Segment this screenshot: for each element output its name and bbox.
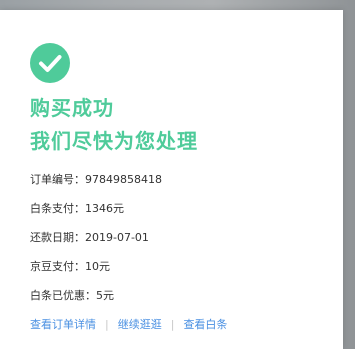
baitiao-payment-row: 白条支付：1346元: [30, 201, 124, 217]
baitiao-discount-row: 白条已优惠：5元: [30, 288, 114, 304]
jingdou-payment-value: 10元: [85, 260, 110, 273]
repayment-date-row: 还款日期：2019-07-01: [30, 230, 149, 246]
view-order-detail-link[interactable]: 查看订单详情: [30, 318, 96, 331]
jingdou-payment-label: 京豆支付：: [30, 260, 85, 273]
baitiao-payment-value: 1346元: [85, 202, 124, 215]
continue-shopping-link[interactable]: 继续逛逛: [118, 318, 162, 331]
success-title: 购买成功: [30, 96, 114, 120]
repayment-date-label: 还款日期：: [30, 231, 85, 244]
view-baitiao-link[interactable]: 查看白条: [183, 318, 227, 331]
link-separator: |: [105, 318, 109, 331]
baitiao-payment-label: 白条支付：: [30, 202, 85, 215]
baitiao-discount-value: 5元: [96, 289, 114, 302]
order-number-label: 订单编号：: [30, 173, 85, 186]
order-number-row: 订单编号：97849858418: [30, 172, 162, 188]
order-number-value: 97849858418: [85, 173, 162, 186]
baitiao-discount-label: 白条已优惠：: [30, 289, 96, 302]
check-icon: [30, 43, 70, 83]
success-card: 购买成功 我们尽快为您处理 订单编号：97849858418 白条支付：1346…: [0, 10, 343, 349]
action-links: 查看订单详情 | 继续逛逛 | 查看白条: [30, 317, 227, 333]
jingdou-payment-row: 京豆支付：10元: [30, 259, 110, 275]
link-separator: |: [170, 318, 175, 331]
repayment-date-value: 2019-07-01: [85, 231, 149, 244]
success-subtitle: 我们尽快为您处理: [30, 129, 198, 153]
